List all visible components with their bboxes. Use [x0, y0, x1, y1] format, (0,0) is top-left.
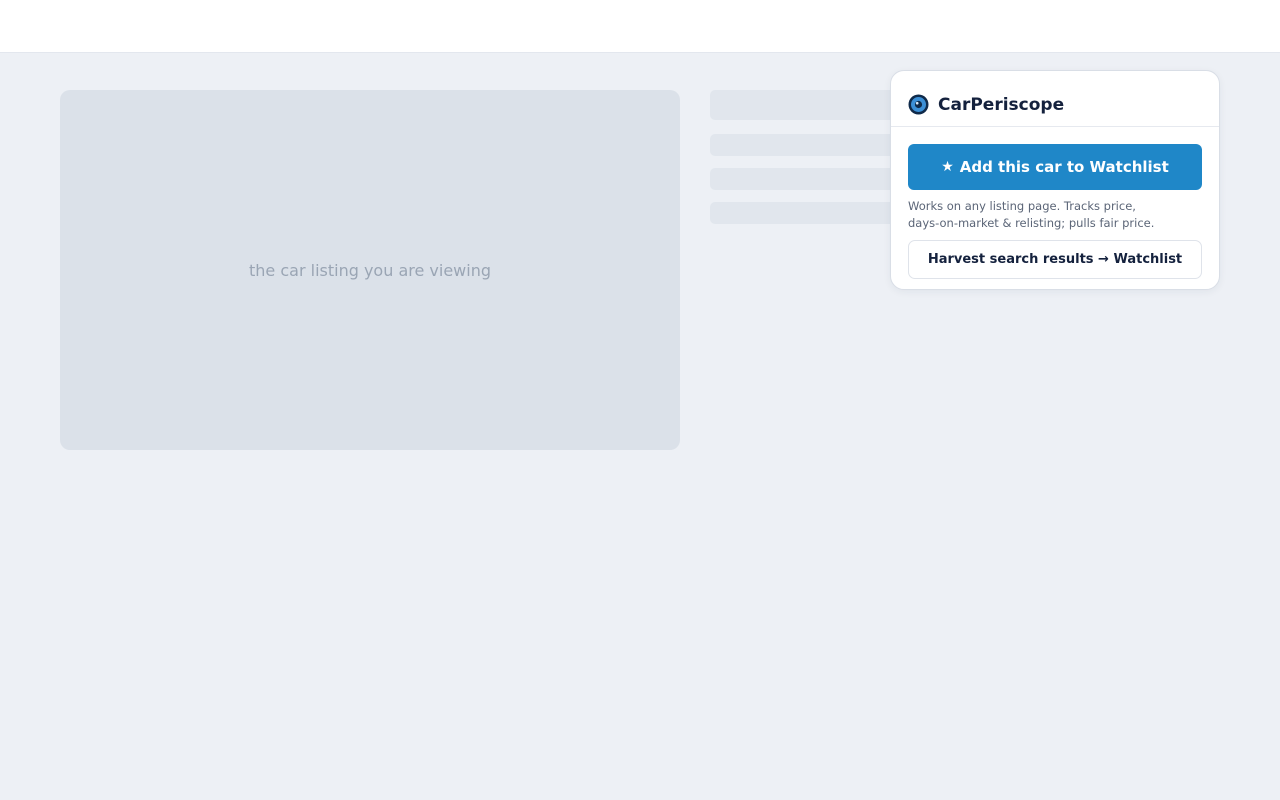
- harvest-search-results-button[interactable]: Harvest search results → Watchlist: [908, 240, 1202, 279]
- skeleton-title-line: [710, 90, 910, 120]
- listing-image-caption: the car listing you are viewing: [249, 260, 491, 280]
- popup-header: CarPeriscope: [891, 71, 1219, 127]
- skeleton-text-line: [710, 134, 910, 156]
- helper-description: Works on any listing page. Tracks price,…: [908, 198, 1208, 232]
- helper-line: Works on any listing page. Tracks price,: [908, 199, 1136, 213]
- periscope-eye-icon: [908, 94, 929, 115]
- add-to-watchlist-label: Add this car to Watchlist: [959, 158, 1169, 176]
- add-to-watchlist-button[interactable]: ★ Add this car to Watchlist: [908, 144, 1202, 190]
- star-icon: ★: [941, 159, 954, 175]
- skeleton-text-line: [710, 168, 910, 190]
- helper-line: days-on-market & relisting; pulls fair p…: [908, 216, 1155, 230]
- site-top-bar: [0, 0, 1280, 53]
- skeleton-text-line: [710, 202, 910, 224]
- harvest-button-label: Harvest search results → Watchlist: [927, 252, 1183, 267]
- listing-image-placeholder: the car listing you are viewing: [60, 90, 680, 450]
- brand-name: CarPeriscope: [938, 94, 1065, 115]
- carperiscope-extension-popup: CarPeriscope ★ Add this car to Watchlist…: [890, 70, 1220, 290]
